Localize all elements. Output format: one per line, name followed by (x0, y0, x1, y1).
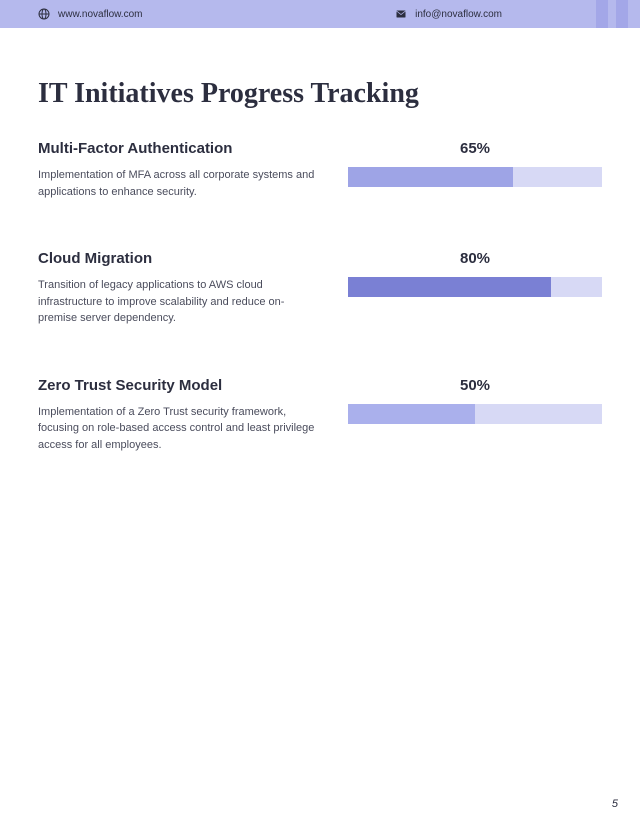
email-text: info@novaflow.com (415, 9, 502, 20)
header-bar: www.novaflow.com info@novaflow.com (0, 0, 640, 28)
header-block (616, 0, 628, 28)
progress-fill (348, 404, 475, 424)
progress-bar (348, 277, 602, 297)
initiative-description: Transition of legacy applications to AWS… (38, 277, 318, 327)
initiative-progress: 80% (348, 250, 602, 327)
progress-bar (348, 167, 602, 187)
percent-label: 65% (348, 140, 602, 157)
percent-label: 50% (348, 377, 602, 394)
mail-icon (395, 8, 407, 20)
initiative-progress: 50% (348, 377, 602, 454)
initiative-row: Multi-Factor Authentication Implementati… (38, 140, 602, 200)
percent-label: 80% (348, 250, 602, 267)
initiative-description: Implementation of a Zero Trust security … (38, 404, 318, 454)
website-text: www.novaflow.com (58, 9, 142, 20)
header-left: www.novaflow.com (38, 8, 142, 20)
globe-icon (38, 8, 50, 20)
initiative-progress: 65% (348, 140, 602, 200)
progress-fill (348, 277, 551, 297)
page-title: IT Initiatives Progress Tracking (38, 78, 640, 110)
initiative-row: Cloud Migration Transition of legacy app… (38, 250, 602, 327)
page-number: 5 (612, 798, 618, 810)
header-block (596, 0, 608, 28)
initiative-title: Zero Trust Security Model (38, 377, 318, 394)
initiative-description: Implementation of MFA across all corpora… (38, 167, 318, 200)
initiative-row: Zero Trust Security Model Implementation… (38, 377, 602, 454)
progress-bar (348, 404, 602, 424)
initiative-info: Zero Trust Security Model Implementation… (38, 377, 318, 454)
initiative-title: Multi-Factor Authentication (38, 140, 318, 157)
header-right: info@novaflow.com (395, 8, 502, 20)
initiative-info: Multi-Factor Authentication Implementati… (38, 140, 318, 200)
header-decoration (596, 0, 640, 28)
content-area: Multi-Factor Authentication Implementati… (0, 140, 640, 453)
initiative-title: Cloud Migration (38, 250, 318, 267)
progress-fill (348, 167, 513, 187)
initiative-info: Cloud Migration Transition of legacy app… (38, 250, 318, 327)
